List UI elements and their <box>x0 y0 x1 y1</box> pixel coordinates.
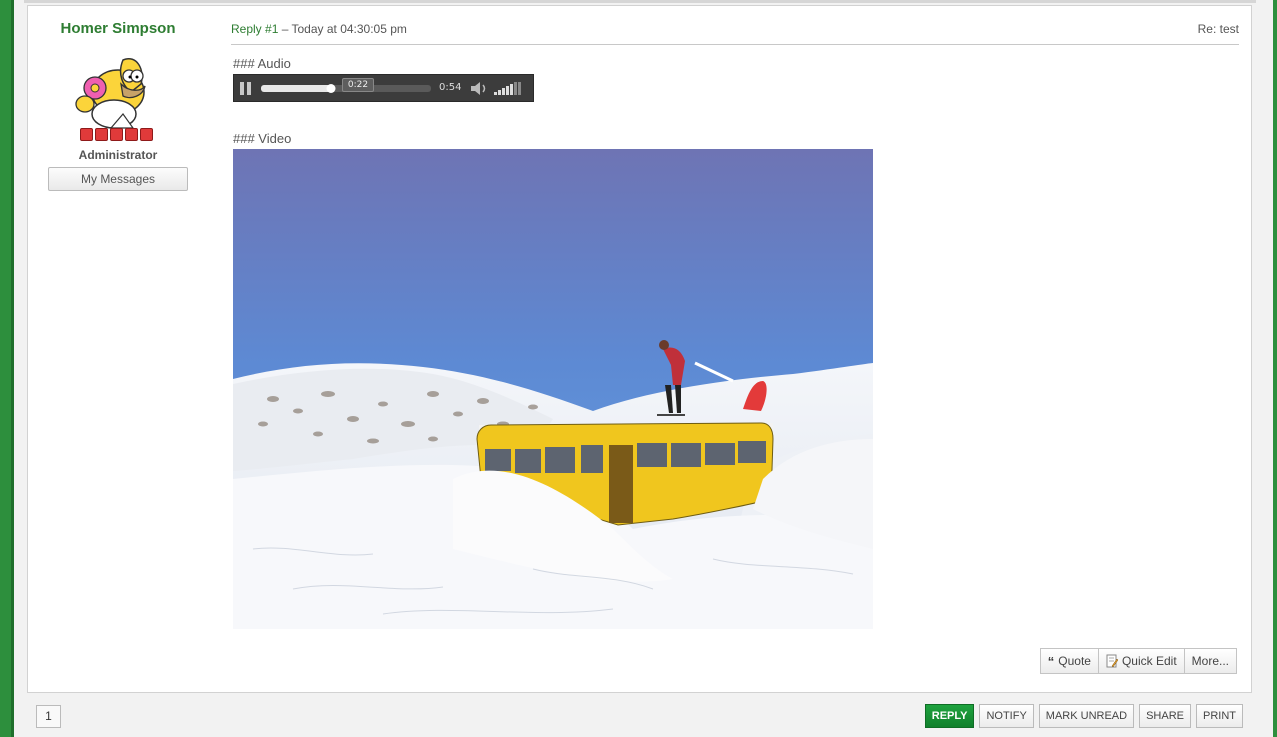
pagination-current-page[interactable]: 1 <box>36 705 61 728</box>
avatar[interactable] <box>71 44 161 130</box>
reply-number-link[interactable]: Reply #1 <box>231 22 278 36</box>
video-player[interactable] <box>233 149 873 629</box>
audio-seek-handle[interactable] <box>326 84 336 93</box>
current-time-tooltip: 0:22 <box>342 78 374 92</box>
quote-button[interactable]: “ Quote <box>1039 648 1099 674</box>
poster-group: Administrator <box>78 148 158 162</box>
window-frame-left <box>0 0 11 737</box>
rank-star <box>125 128 138 141</box>
share-button[interactable]: SHARE <box>1139 704 1191 728</box>
mark-unread-button[interactable]: MARK UNREAD <box>1038 704 1135 728</box>
quick-edit-button[interactable]: Quick Edit <box>1097 648 1185 674</box>
volume-slider[interactable] <box>494 82 521 95</box>
window-frame-right <box>1273 0 1277 737</box>
forum-post: Homer Simpson Administrator My Messages … <box>27 5 1252 693</box>
post-subject[interactable]: Re: test <box>1198 22 1239 36</box>
topic-buttons: REPLY NOTIFY MARK UNREAD SHARE PRINT <box>924 704 1243 728</box>
video-frame-image <box>233 149 873 629</box>
more-label: More... <box>1191 654 1229 668</box>
video-heading: ### Video <box>233 131 292 146</box>
rank-star <box>95 128 108 141</box>
reply-button[interactable]: REPLY <box>924 704 975 728</box>
audio-duration: 0:54 <box>439 82 462 93</box>
top-divider <box>24 0 1256 3</box>
post-actions: “ Quote Quick Edit More... <box>1039 648 1237 674</box>
audio-heading: ### Audio <box>233 56 291 71</box>
notify-button[interactable]: NOTIFY <box>979 704 1034 728</box>
quote-icon: “ <box>1047 653 1055 669</box>
audio-progress-fill <box>261 85 331 92</box>
rank-star <box>110 128 123 141</box>
print-button[interactable]: PRINT <box>1196 704 1243 728</box>
quick-edit-label: Quick Edit <box>1121 654 1177 668</box>
pause-icon[interactable] <box>240 82 252 95</box>
post-header: Reply #1 – Today at 04:30:05 pm Re: test <box>231 22 1239 45</box>
window-frame-left-inner <box>11 0 14 737</box>
audio-seek-bar[interactable]: 0:22 <box>261 78 431 93</box>
edit-icon <box>1106 654 1118 668</box>
more-button[interactable]: More... <box>1183 648 1237 674</box>
rank-star <box>140 128 153 141</box>
rank-stars <box>80 128 153 141</box>
post-time: – Today at 04:30:05 pm <box>278 22 407 36</box>
my-messages-button[interactable]: My Messages <box>48 167 188 191</box>
quote-label: Quote <box>1058 654 1091 668</box>
rank-star <box>80 128 93 141</box>
volume-icon[interactable] <box>470 81 488 96</box>
audio-player: 0:22 0:54 <box>233 74 534 102</box>
poster-name[interactable]: Homer Simpson <box>58 20 178 37</box>
